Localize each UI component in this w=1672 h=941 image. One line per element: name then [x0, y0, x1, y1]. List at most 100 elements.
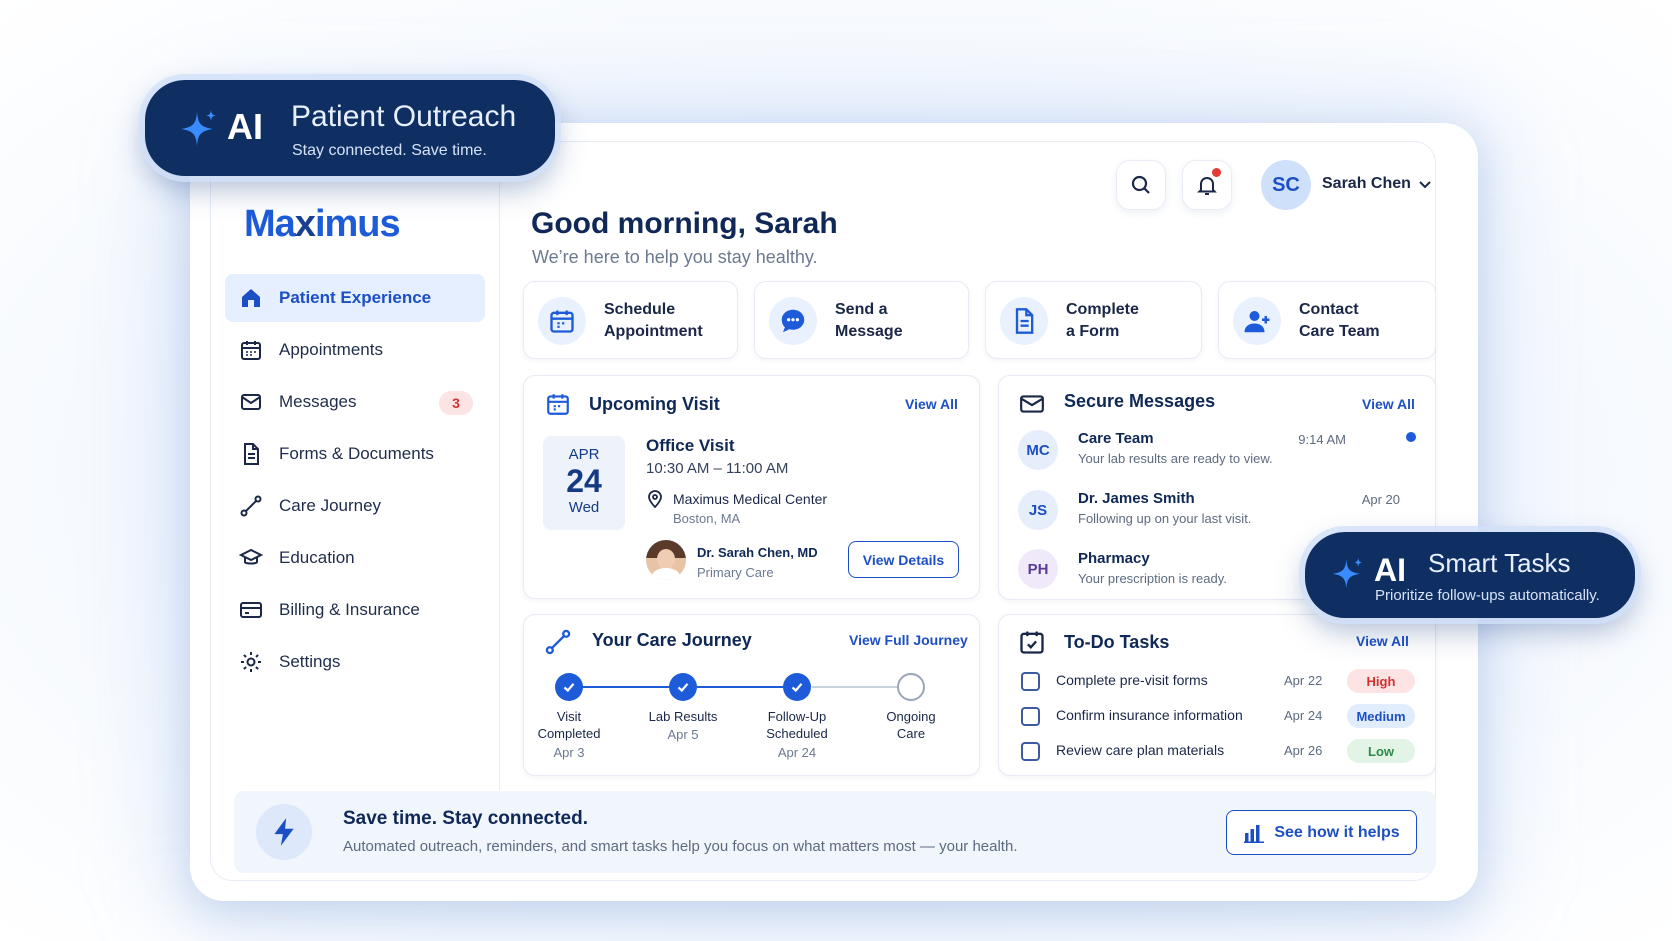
- brand-logo[interactable]: Maximus: [244, 203, 401, 246]
- search-button[interactable]: [1116, 160, 1166, 210]
- quick-action-label: Contact Care Team: [1299, 301, 1380, 340]
- sidebar-item-label: Billing & Insurance: [279, 600, 420, 619]
- sidebar-item-forms-documents[interactable]: Forms & Documents: [225, 430, 485, 478]
- quick-action-label: Complete a Form: [1066, 301, 1139, 340]
- journey-step-label: Lab Results: [648, 709, 718, 724]
- quick-action-label: Schedule Appointment: [604, 301, 703, 340]
- calendar-check-icon: [1020, 631, 1044, 654]
- task-checkbox[interactable]: [1021, 742, 1040, 761]
- sidebar-item-label: Forms & Documents: [279, 444, 434, 463]
- sidebar-item-billing-insurance[interactable]: Billing & Insurance: [225, 586, 485, 634]
- ai-label: AI: [227, 106, 263, 147]
- doctor-avatar: [646, 540, 686, 580]
- journey-step-date: Apr 24: [777, 745, 817, 760]
- view-details-button[interactable]: View Details: [848, 541, 959, 578]
- task-label: Confirm insurance information: [1056, 707, 1243, 723]
- page-title: Good morning, Sarah: [531, 207, 838, 240]
- priority-badge: High: [1347, 669, 1415, 693]
- message-preview: Your lab results are ready to view.: [1078, 451, 1273, 466]
- ai-badge-title: Patient Outreach: [291, 100, 517, 133]
- bar-chart-icon: [1244, 824, 1265, 843]
- doctor-name: Dr. Sarah Chen, MD: [697, 545, 818, 560]
- visit-city: Boston, MA: [673, 511, 741, 526]
- sidebar-item-patient-experience[interactable]: Patient Experience: [225, 274, 485, 322]
- message-sender[interactable]: Pharmacy: [1078, 550, 1150, 567]
- todo-title: To-Do Tasks: [1064, 632, 1170, 652]
- message-time: Apr 20: [1361, 492, 1400, 507]
- user-plus-icon: [1233, 297, 1281, 345]
- visit-time: 10:30 AM – 11:00 AM: [646, 460, 789, 477]
- visit-month: APR: [568, 446, 600, 463]
- graduation-cap-icon: [239, 548, 263, 565]
- mail-icon: [1020, 395, 1044, 413]
- quick-action-label: Send a Message: [835, 301, 903, 340]
- location-pin-icon: [648, 490, 662, 508]
- message-sender[interactable]: Care Team: [1078, 430, 1154, 447]
- search-icon: [1131, 175, 1150, 194]
- ai-label: AI: [1374, 552, 1406, 588]
- notifications-button[interactable]: [1182, 160, 1232, 210]
- message-avatar: MC: [1018, 430, 1058, 470]
- unread-dot: [1406, 432, 1416, 442]
- ai-smart-tasks-badge: AI Smart Tasks Prioritize follow-ups aut…: [1305, 532, 1635, 618]
- journey-step-done: [669, 673, 697, 701]
- sidebar-divider: [499, 180, 500, 790]
- message-preview: Following up on your last visit.: [1078, 511, 1252, 526]
- upcoming-visit-title: Upcoming Visit: [589, 394, 720, 414]
- journey-step-label: Ongoing Care: [886, 709, 936, 741]
- check-icon: [677, 683, 689, 693]
- upcoming-visit-view-all-link[interactable]: View All: [905, 396, 958, 412]
- see-how-it-helps-button[interactable]: See how it helps: [1226, 810, 1417, 855]
- home-icon: [242, 289, 260, 307]
- calendar-icon: [547, 394, 569, 415]
- message-time: 9:14 AM: [1298, 432, 1346, 447]
- task-checkbox[interactable]: [1021, 707, 1040, 726]
- task-label: Review care plan materials: [1056, 742, 1225, 758]
- sidebar-item-messages[interactable]: Messages 3: [225, 378, 485, 426]
- send-message-button[interactable]: Send a Message: [754, 281, 969, 359]
- sidebar-item-care-journey[interactable]: Care Journey: [225, 482, 485, 530]
- doctor-specialty: Primary Care: [697, 565, 774, 580]
- messages-view-all-link[interactable]: View All: [1362, 396, 1415, 412]
- sidebar-item-appointments[interactable]: Appointments: [225, 326, 485, 374]
- sidebar-item-label: Settings: [279, 652, 341, 671]
- chevron-down-icon[interactable]: [1418, 178, 1432, 192]
- message-avatar: JS: [1018, 490, 1058, 530]
- sidebar-item-label: Care Journey: [279, 496, 382, 515]
- message-avatar: PH: [1018, 549, 1058, 589]
- sparkle-icon: [1332, 557, 1363, 589]
- schedule-appointment-button[interactable]: Schedule Appointment: [523, 281, 738, 359]
- view-full-journey-link[interactable]: View Full Journey: [849, 632, 968, 648]
- ai-patient-outreach-badge: AI Patient Outreach Stay connected. Save…: [145, 80, 555, 176]
- complete-form-button[interactable]: Complete a Form: [985, 281, 1202, 359]
- sidebar-item-label: Messages: [279, 392, 357, 411]
- user-name[interactable]: Sarah Chen: [1322, 175, 1411, 193]
- sidebar-item-settings[interactable]: Settings: [225, 638, 485, 686]
- route-icon: [240, 495, 262, 517]
- journey-step-pending: [897, 673, 925, 701]
- journey-step-date: Apr 3: [553, 745, 585, 760]
- button-label: See how it helps: [1274, 823, 1400, 841]
- journey-step-done: [555, 673, 583, 701]
- contact-care-team-button[interactable]: Contact Care Team: [1218, 281, 1436, 359]
- task-checkbox[interactable]: [1021, 672, 1040, 691]
- task-date: Apr 24: [1284, 708, 1323, 723]
- todo-view-all-link[interactable]: View All: [1356, 633, 1409, 649]
- sidebar-nav: Patient Experience Appointments Messages…: [225, 274, 485, 690]
- message-sender[interactable]: Dr. James Smith: [1078, 490, 1195, 507]
- banner-title: Save time. Stay connected.: [343, 808, 588, 829]
- journey-step-label: Visit Completed: [537, 709, 601, 741]
- secure-messages-title: Secure Messages: [1064, 391, 1216, 411]
- user-avatar[interactable]: SC: [1261, 160, 1311, 210]
- task-label: Complete pre-visit forms: [1056, 672, 1208, 688]
- priority-badge: Low: [1347, 739, 1415, 763]
- notification-dot: [1212, 168, 1221, 177]
- task-date: Apr 22: [1284, 673, 1323, 688]
- sidebar-item-label: Education: [279, 548, 355, 567]
- journey-step-label: Follow-Up Scheduled: [766, 709, 828, 741]
- sidebar-item-education[interactable]: Education: [225, 534, 485, 582]
- task-date: Apr 26: [1284, 743, 1323, 758]
- visit-location: Maximus Medical Center: [673, 491, 828, 507]
- chat-icon: [769, 297, 817, 345]
- visit-day: 24: [566, 463, 602, 499]
